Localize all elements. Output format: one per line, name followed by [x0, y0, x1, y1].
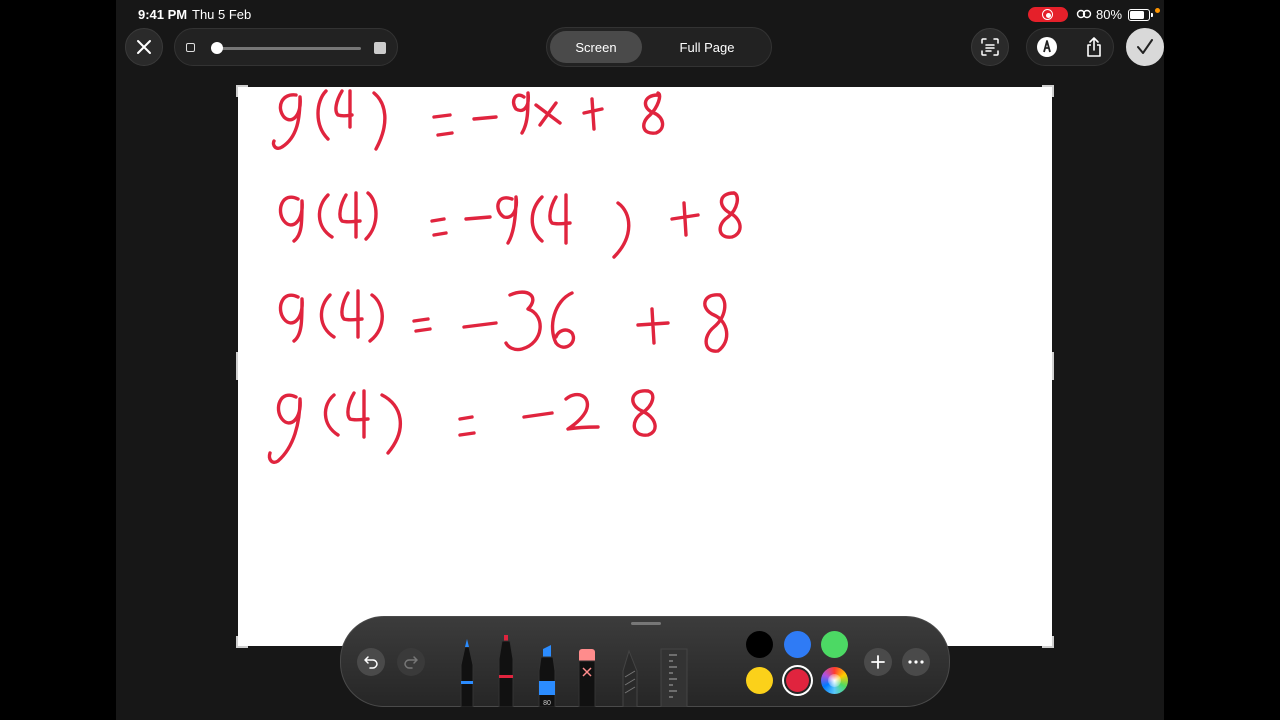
- color-wheel-center: [828, 674, 841, 687]
- highlighter-width-label: 80: [543, 700, 551, 707]
- markup-pen-icon: [1037, 37, 1057, 57]
- zoom-slider[interactable]: [174, 28, 398, 66]
- screenshot-canvas[interactable]: [236, 85, 1054, 648]
- toolbar-grabber[interactable]: [631, 622, 661, 625]
- battery-icon: [1128, 9, 1153, 21]
- add-button[interactable]: [864, 648, 892, 676]
- eraser-tool[interactable]: [578, 649, 596, 707]
- redo-button[interactable]: [397, 648, 425, 676]
- color-swatch-red[interactable]: [786, 669, 809, 692]
- pen-tool[interactable]: [460, 639, 474, 707]
- battery-fill: [1130, 11, 1144, 19]
- undo-icon: [364, 656, 378, 669]
- pencil-tool[interactable]: [622, 649, 638, 707]
- privacy-indicator: [1155, 8, 1160, 13]
- more-button[interactable]: [902, 648, 930, 676]
- drawing-tools: 80: [460, 635, 688, 707]
- checkmark-icon: [1137, 39, 1153, 54]
- slider-track[interactable]: [217, 47, 361, 50]
- highlighter-tool[interactable]: 80: [538, 645, 556, 707]
- color-swatch-green[interactable]: [821, 631, 848, 658]
- live-text-button[interactable]: [971, 28, 1009, 66]
- color-swatch-blue[interactable]: [784, 631, 811, 658]
- handwriting-ink: [267, 89, 742, 464]
- status-date: Thu 5 Feb: [192, 7, 252, 22]
- screen-recording-indicator[interactable]: [1028, 7, 1068, 22]
- markup-actions-group: [1026, 28, 1114, 66]
- capture-mode-control: Screen Full Page: [546, 27, 772, 67]
- color-swatch-yellow[interactable]: [746, 667, 773, 694]
- markup-toggle-button[interactable]: [1034, 34, 1060, 60]
- battery-tip: [1151, 13, 1153, 17]
- ruler-tool[interactable]: [660, 648, 688, 707]
- record-dot: [1045, 12, 1051, 18]
- battery-percent: 80%: [1096, 7, 1123, 22]
- status-bar: 9:41 PM Thu 5 Feb 80%: [116, 0, 1164, 28]
- close-button[interactable]: [125, 28, 163, 66]
- slider-knob[interactable]: [211, 42, 223, 54]
- ink-line-4: [267, 393, 302, 464]
- tab-full-page[interactable]: Full Page: [647, 31, 767, 63]
- share-icon: [1087, 37, 1101, 57]
- large-page-icon: [374, 42, 386, 54]
- plus-icon: [871, 655, 885, 669]
- status-time: 9:41 PM: [138, 7, 188, 22]
- markup-toolbar: 80: [340, 616, 950, 707]
- small-page-icon: [186, 43, 195, 52]
- ink-line-1: [271, 93, 302, 150]
- monoline-tool[interactable]: [498, 635, 514, 707]
- ink-line-2: [278, 195, 304, 243]
- done-button[interactable]: [1126, 28, 1164, 66]
- text-scan-icon: [981, 38, 999, 56]
- close-icon: [137, 40, 151, 54]
- personal-hotspot-icon: [1076, 9, 1092, 19]
- color-swatch-black[interactable]: [746, 631, 773, 658]
- ipad-screen: 9:41 PM Thu 5 Feb 80% Screen Full Page 8…: [116, 0, 1164, 720]
- redo-icon: [404, 656, 418, 669]
- tab-screen[interactable]: Screen: [550, 31, 642, 63]
- share-button[interactable]: [1081, 34, 1107, 60]
- ellipsis-icon: [908, 660, 924, 664]
- ink-line-3: [278, 293, 304, 343]
- color-swatch-color-wheel[interactable]: [821, 667, 848, 694]
- crop-handle-right[interactable]: [1052, 352, 1054, 380]
- undo-button[interactable]: [357, 648, 385, 676]
